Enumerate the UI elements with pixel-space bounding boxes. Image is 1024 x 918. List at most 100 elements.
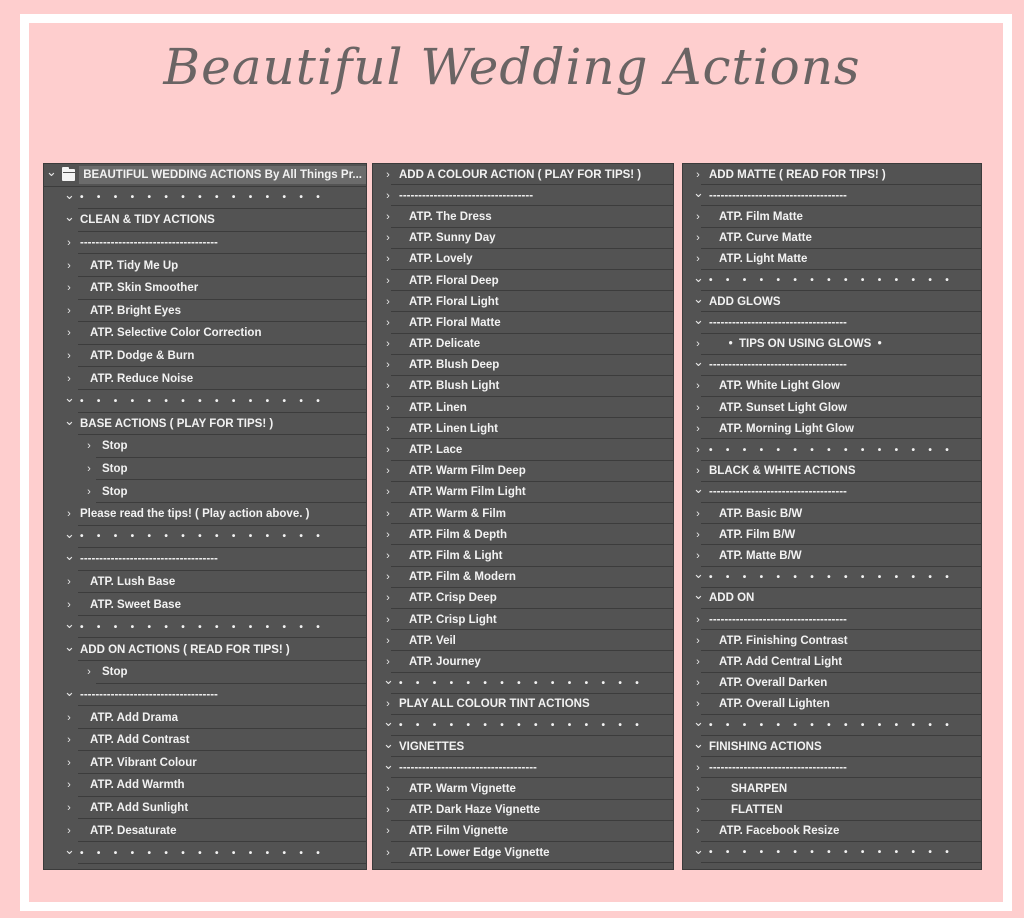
chevron-right-icon[interactable]: › bbox=[383, 359, 393, 371]
action-heading-row[interactable]: ⌄ BASE ACTIONS ( PLAY FOR TIPS! ) bbox=[44, 413, 366, 436]
action-row[interactable]: › ATP. Morning Light Glow bbox=[683, 418, 981, 440]
chevron-down-icon[interactable]: ⌄ bbox=[693, 291, 704, 307]
chevron-right-icon[interactable]: › bbox=[64, 802, 74, 814]
action-row[interactable]: › ATP. Bright Eyes bbox=[44, 300, 366, 323]
chevron-right-icon[interactable]: › bbox=[84, 666, 94, 678]
chevron-right-icon[interactable]: › bbox=[84, 463, 94, 475]
chevron-right-icon[interactable]: › bbox=[383, 380, 393, 392]
chevron-right-icon[interactable]: › bbox=[693, 508, 703, 520]
action-row[interactable]: › ATP. Warm Film Light bbox=[373, 482, 673, 503]
chevron-right-icon[interactable]: › bbox=[693, 762, 703, 774]
action-row[interactable]: › ATP. Light Matte bbox=[683, 249, 981, 270]
separator-row[interactable]: ⌄ • • • • • • • • • • • • • • • bbox=[373, 672, 673, 694]
action-heading-row[interactable]: › PLAY ALL COLOUR TINT ACTIONS bbox=[373, 694, 673, 715]
chevron-right-icon[interactable]: › bbox=[64, 576, 74, 588]
action-row[interactable]: › ATP. Linen bbox=[373, 397, 673, 419]
action-heading-row[interactable]: › ADD A COLOUR ACTION ( PLAY FOR TIPS! ) bbox=[373, 164, 673, 186]
chevron-right-icon[interactable]: › bbox=[383, 804, 393, 816]
chevron-right-icon[interactable]: › bbox=[693, 677, 703, 689]
action-row[interactable]: › ATP. Crisp Light bbox=[373, 609, 673, 631]
action-row[interactable]: › Stop bbox=[44, 458, 366, 481]
chevron-down-icon[interactable]: ⌄ bbox=[46, 164, 57, 180]
separator-row[interactable]: › ------------------------------------ bbox=[683, 609, 981, 631]
chevron-right-icon[interactable]: › bbox=[64, 260, 74, 272]
separator-row[interactable]: › ----------------------------------- bbox=[373, 185, 673, 207]
action-row[interactable]: › ATP. Film Matte bbox=[683, 206, 981, 228]
action-row[interactable]: › ATP. Vibrant Colour bbox=[44, 751, 366, 775]
chevron-right-icon[interactable]: › bbox=[693, 550, 703, 562]
chevron-down-icon[interactable]: ⌄ bbox=[64, 616, 75, 632]
chevron-right-icon[interactable]: › bbox=[64, 350, 74, 362]
chevron-right-icon[interactable]: › bbox=[64, 757, 74, 769]
action-row[interactable]: › ATP. Curve Matte bbox=[683, 228, 981, 249]
action-heading-row[interactable]: ⌄ ADD ON bbox=[683, 587, 981, 609]
chevron-right-icon[interactable]: › bbox=[693, 402, 703, 414]
chevron-right-icon[interactable]: › bbox=[693, 825, 703, 837]
action-row[interactable]: › ATP. Lovely bbox=[373, 249, 673, 270]
action-heading-row[interactable]: ⌄ ADD GLOWS bbox=[683, 291, 981, 313]
action-row[interactable]: › Stop bbox=[44, 661, 366, 684]
action-row[interactable]: › ATP. Warm & Film bbox=[373, 503, 673, 525]
chevron-right-icon[interactable]: › bbox=[383, 571, 393, 583]
separator-row[interactable]: ⌄ • • • • • • • • • • • • • • • bbox=[44, 842, 366, 865]
action-row[interactable]: › ATP. Lace bbox=[373, 439, 673, 461]
chevron-right-icon[interactable]: › bbox=[383, 232, 393, 244]
action-heading-row[interactable]: ⌄ ADD ON ACTIONS ( READ FOR TIPS! ) bbox=[44, 638, 366, 662]
action-heading-row[interactable]: › ADD MATTE ( READ FOR TIPS! ) bbox=[683, 164, 981, 186]
action-row[interactable]: › ATP. Add Central Light bbox=[683, 651, 981, 673]
chevron-right-icon[interactable]: › bbox=[693, 253, 703, 265]
chevron-down-icon[interactable]: ⌄ bbox=[64, 187, 75, 203]
chevron-right-icon[interactable]: › bbox=[64, 825, 74, 837]
chevron-down-icon[interactable]: ⌄ bbox=[64, 548, 75, 564]
chevron-right-icon[interactable]: › bbox=[383, 486, 393, 498]
action-row[interactable]: › Stop bbox=[44, 480, 366, 503]
action-row[interactable]: › ATP. Desaturate bbox=[44, 819, 366, 842]
chevron-down-icon[interactable]: ⌄ bbox=[383, 714, 394, 730]
chevron-down-icon[interactable]: ⌄ bbox=[383, 736, 394, 752]
separator-row[interactable]: ⌄ • • • • • • • • • • • • • • • bbox=[44, 526, 366, 549]
chevron-right-icon[interactable]: › bbox=[383, 529, 393, 541]
chevron-right-icon[interactable]: › bbox=[383, 656, 393, 668]
chevron-down-icon[interactable]: ⌄ bbox=[64, 209, 75, 225]
separator-row[interactable]: ⌄ • • • • • • • • • • • • • • • bbox=[683, 566, 981, 588]
action-heading-row[interactable]: › Please read the tips! ( Play action abo… bbox=[44, 503, 366, 526]
chevron-down-icon[interactable]: ⌄ bbox=[693, 714, 704, 730]
action-row[interactable]: › ATP. Selective Color Correction bbox=[44, 322, 366, 345]
chevron-right-icon[interactable]: › bbox=[383, 847, 393, 859]
action-heading-row[interactable]: ⌄ CLEAN & TIDY ACTIONS bbox=[44, 209, 366, 232]
chevron-right-icon[interactable]: › bbox=[64, 779, 74, 791]
chevron-right-icon[interactable]: › bbox=[383, 444, 393, 456]
chevron-right-icon[interactable]: › bbox=[64, 282, 74, 294]
chevron-right-icon[interactable]: › bbox=[693, 804, 703, 816]
chevron-right-icon[interactable]: › bbox=[64, 373, 74, 385]
separator-row[interactable]: › ------------------------------------ bbox=[44, 232, 366, 255]
chevron-right-icon[interactable]: › bbox=[693, 614, 703, 626]
separator-row[interactable]: ⌄ ------------------------------------ bbox=[44, 684, 366, 707]
chevron-right-icon[interactable]: › bbox=[84, 486, 94, 498]
action-row[interactable]: › ATP. Dark Haze Vignette bbox=[373, 800, 673, 821]
chevron-down-icon[interactable]: ⌄ bbox=[693, 185, 704, 201]
chevron-right-icon[interactable]: › bbox=[383, 550, 393, 562]
chevron-right-icon[interactable]: › bbox=[383, 465, 393, 477]
action-row[interactable]: › ATP. Crisp Deep bbox=[373, 588, 673, 609]
separator-row[interactable]: ⌄ • • • • • • • • • • • • • • • bbox=[44, 390, 366, 413]
chevron-right-icon[interactable]: › bbox=[64, 327, 74, 339]
chevron-down-icon[interactable]: ⌄ bbox=[693, 736, 704, 752]
action-row[interactable]: › ATP. Finishing Contrast bbox=[683, 630, 981, 652]
action-row[interactable]: › ATP. Sweet Base bbox=[44, 593, 366, 616]
chevron-right-icon[interactable]: › bbox=[64, 305, 74, 317]
action-row[interactable]: › ATP. Add Drama bbox=[44, 706, 366, 729]
separator-row[interactable]: ⌄ ------------------------------------ bbox=[683, 354, 981, 376]
action-row[interactable]: › ATP. Floral Matte bbox=[373, 312, 673, 334]
action-set-row[interactable]: ⌄ BEAUTIFUL WEDDING ACTIONS By All Things… bbox=[44, 164, 366, 187]
chevron-down-icon[interactable]: ⌄ bbox=[693, 566, 704, 582]
chevron-right-icon[interactable]: › bbox=[383, 169, 393, 181]
chevron-right-icon[interactable]: › bbox=[693, 211, 703, 223]
action-row[interactable]: › ATP. Floral Light bbox=[373, 291, 673, 313]
action-row[interactable]: › ATP. Film B/W bbox=[683, 524, 981, 546]
separator-row[interactable]: ⌄ • • • • • • • • • • • • • • • bbox=[683, 842, 981, 864]
separator-row[interactable]: ⌄ ------------------------------------ bbox=[44, 548, 366, 571]
action-row[interactable]: › ATP. Basic B/W bbox=[683, 503, 981, 525]
separator-row[interactable]: ⌄ ------------------------------------ bbox=[683, 481, 981, 503]
action-row[interactable]: › ATP. Veil bbox=[373, 630, 673, 652]
